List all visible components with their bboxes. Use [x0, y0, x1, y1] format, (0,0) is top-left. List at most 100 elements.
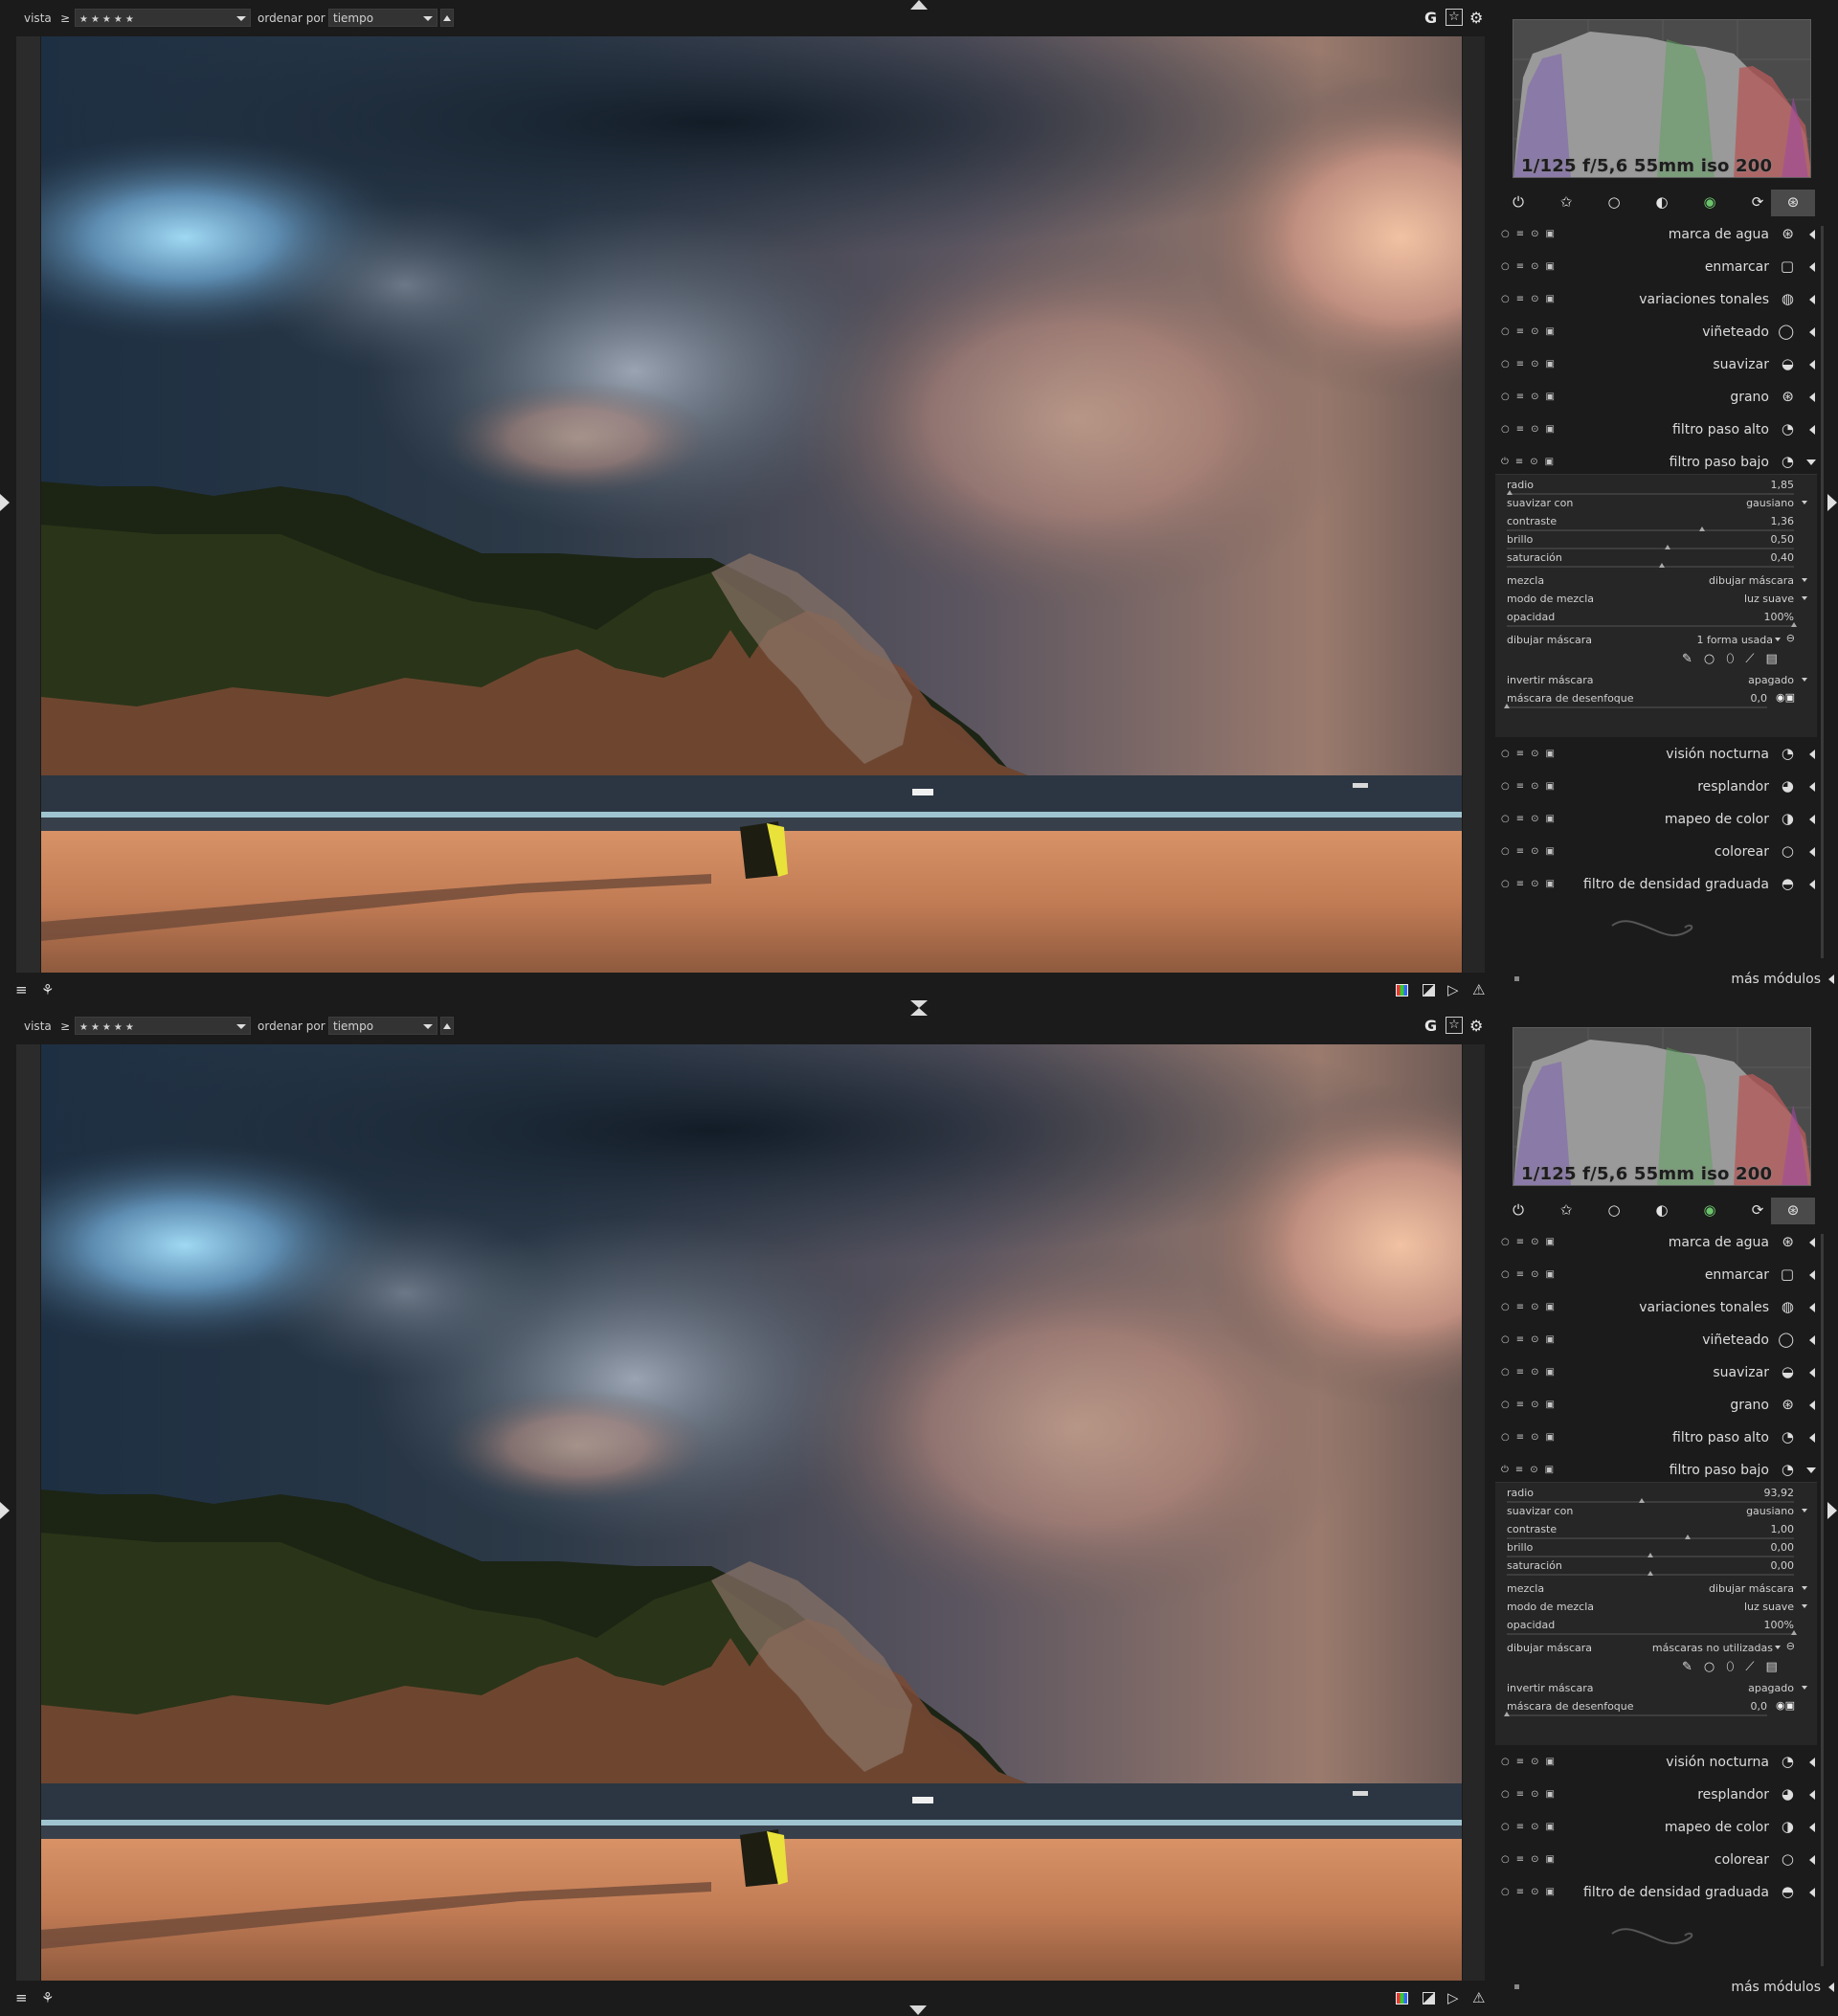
chevron-left-icon[interactable] [1809, 1823, 1815, 1832]
module-controls[interactable]: ○≡⊙▣ [1501, 1822, 1561, 1832]
module-controls[interactable]: ○≡⊙▣ [1501, 781, 1561, 792]
module-controls[interactable]: ○≡⊙▣ [1501, 326, 1561, 337]
module-controls[interactable]: ○≡⊙▣ [1501, 1432, 1561, 1443]
module-variaciones-tonales[interactable]: ○≡⊙▣ variaciones tonales ◍ [1491, 284, 1828, 316]
module-controls[interactable]: ○≡⊙▣ [1501, 424, 1561, 435]
color-assessment-icon[interactable] [1396, 984, 1408, 997]
opacidad-slider[interactable]: opacidad 100% [1507, 610, 1797, 627]
saturacion-slider[interactable]: saturación 0,40 [1507, 550, 1794, 568]
module-marca-de-agua[interactable]: ○≡⊙▣ marca de agua ⊛ [1491, 1227, 1828, 1259]
chevron-left-icon[interactable] [1809, 815, 1815, 824]
effects-icon[interactable]: ⊛ [1771, 190, 1815, 216]
module-visión-nocturna[interactable]: ○≡⊙▣ visión nocturna ◔ [1491, 739, 1828, 771]
module-controls[interactable]: ○≡⊙▣ [1501, 1302, 1561, 1312]
chevron-left-icon[interactable] [1809, 782, 1815, 792]
comparator-label[interactable]: ≥ [60, 1019, 70, 1033]
sort-direction-button[interactable] [440, 9, 454, 27]
circle-icon[interactable]: ○ [1604, 193, 1624, 213]
filled-circle-icon[interactable]: ◐ [1652, 193, 1671, 213]
module-mapeo-de-color[interactable]: ○≡⊙▣ mapeo de color ◑ [1491, 1812, 1828, 1844]
gamut-check-icon[interactable]: ⚠ [1472, 981, 1485, 998]
chevron-left-icon[interactable] [1809, 1400, 1815, 1410]
chevron-left-icon[interactable] [1809, 1758, 1815, 1767]
chevron-left-icon[interactable] [1809, 1888, 1815, 1897]
chevron-left-icon[interactable] [1809, 1790, 1815, 1800]
module-controls[interactable]: ○≡⊙▣ [1501, 879, 1561, 889]
module-controls[interactable]: ⏻≡⊙▣ [1501, 457, 1560, 467]
loop-icon[interactable]: ⟳ [1748, 1201, 1767, 1221]
contraste-slider[interactable]: contraste 1,36 [1507, 514, 1794, 531]
module-controls[interactable]: ○≡⊙▣ [1501, 846, 1561, 857]
comparator-label[interactable]: ≥ [60, 11, 70, 25]
opacidad-slider[interactable]: opacidad 100% [1507, 1618, 1797, 1635]
grouping-g-button[interactable]: G [1424, 9, 1437, 27]
chevron-left-icon[interactable] [1809, 1270, 1815, 1280]
modo-mezcla-select[interactable]: modo de mezcla luz suave [1507, 592, 1807, 609]
overlay-stars-icon[interactable]: ☆ [1446, 9, 1463, 26]
gear-icon[interactable]: ⚙ [1469, 9, 1483, 27]
module-grano[interactable]: ○≡⊙▣ grano ⊛ [1491, 382, 1828, 414]
suavizar-con-select[interactable]: suavizar con gausiano [1507, 496, 1807, 513]
histogram[interactable]: 1/125 f/5,6 55mm iso 200 [1513, 1027, 1811, 1186]
chevron-left-icon[interactable] [1809, 1433, 1815, 1443]
expand-left-panel-icon[interactable] [0, 1502, 10, 1519]
invertir-mascara-select[interactable]: invertir máscara apagado [1507, 1681, 1807, 1698]
module-controls[interactable]: ○≡⊙▣ [1501, 1269, 1561, 1280]
module-enmarcar[interactable]: ○≡⊙▣ enmarcar ▢ [1491, 1260, 1828, 1291]
module-controls[interactable]: ○≡⊙▣ [1501, 229, 1561, 239]
module-controls[interactable]: ○≡⊙▣ [1501, 1789, 1561, 1800]
chevron-left-icon[interactable] [1809, 425, 1815, 435]
brillo-slider[interactable]: brillo 0,00 [1507, 1540, 1794, 1557]
chevron-left-icon[interactable] [1809, 360, 1815, 370]
module-suavizar[interactable]: ○≡⊙▣ suavizar ◒ [1491, 1357, 1828, 1389]
module-controls[interactable]: ○≡⊙▣ [1501, 749, 1561, 759]
suavizar-con-select[interactable]: suavizar con gausiano [1507, 1504, 1807, 1521]
module-filtro-de-densidad-graduada[interactable]: ○≡⊙▣ filtro de densidad graduada ◓ [1491, 869, 1828, 901]
contraste-slider[interactable]: contraste 1,00 [1507, 1522, 1794, 1539]
circle-icon[interactable]: ○ [1604, 1201, 1624, 1221]
mezcla-select[interactable]: mezcla dibujar máscara [1507, 573, 1807, 591]
mask-shape-tools[interactable]: ✎○⬯⟋▤ [1682, 1660, 1789, 1674]
menu-icon[interactable]: ≡ [15, 981, 28, 998]
module-grano[interactable]: ○≡⊙▣ grano ⊛ [1491, 1390, 1828, 1422]
chevron-left-icon[interactable] [1809, 1368, 1815, 1378]
rating-filter-dropdown[interactable]: ★★★★★ [75, 1017, 251, 1035]
eye-icon[interactable]: ◉▣ [1776, 691, 1795, 704]
module-marca-de-agua[interactable]: ○≡⊙▣ marca de agua ⊛ [1491, 219, 1828, 251]
chevron-left-icon[interactable] [1809, 392, 1815, 402]
sort-direction-button[interactable] [440, 1017, 454, 1035]
grouping-g-button[interactable]: G [1424, 1017, 1437, 1035]
mascara-desenfoque-slider[interactable]: máscara de desenfoque 0,0 ◉▣ [1504, 691, 1795, 708]
chevron-left-icon[interactable] [1809, 1855, 1815, 1865]
gear-icon[interactable]: ⚙ [1469, 1017, 1483, 1035]
module-filtro-paso-alto[interactable]: ○≡⊙▣ filtro paso alto ◔ [1491, 414, 1828, 446]
module-controls[interactable]: ○≡⊙▣ [1501, 1237, 1561, 1247]
modo-mezcla-select[interactable]: modo de mezcla luz suave [1507, 1600, 1807, 1617]
dibujar-mascara-select[interactable]: dibujar máscara 1 forma usada ⊖ [1507, 632, 1795, 650]
center-image-view[interactable] [41, 36, 1462, 973]
module-suavizar[interactable]: ○≡⊙▣ suavizar ◒ [1491, 349, 1828, 381]
chevron-left-icon[interactable] [1809, 880, 1815, 889]
softproof-icon[interactable]: ▷ [1447, 981, 1459, 998]
more-modules-label[interactable]: más módulos [1731, 972, 1821, 987]
module-controls[interactable]: ○≡⊙▣ [1501, 392, 1561, 402]
softproof-icon[interactable]: ▷ [1447, 1989, 1459, 2006]
module-filtro-de-densidad-graduada[interactable]: ○≡⊙▣ filtro de densidad graduada ◓ [1491, 1877, 1828, 1909]
mezcla-select[interactable]: mezcla dibujar máscara [1507, 1581, 1807, 1599]
radio-slider[interactable]: radio 93,92 [1507, 1486, 1794, 1503]
more-modules-arrow-icon[interactable] [1828, 1982, 1834, 1992]
module-panel-scrollbar[interactable] [1821, 226, 1824, 958]
mask-toggle-icon[interactable]: ⊖ [1786, 1640, 1795, 1652]
filled-circle-icon[interactable]: ◐ [1652, 1201, 1671, 1221]
sort-dropdown[interactable]: tiempo [328, 9, 437, 27]
chevron-left-icon[interactable] [1809, 847, 1815, 857]
module-mapeo-de-color[interactable]: ○≡⊙▣ mapeo de color ◑ [1491, 804, 1828, 836]
power-icon[interactable]: ⏻ [1509, 193, 1528, 213]
module-controls[interactable]: ○≡⊙▣ [1501, 1400, 1561, 1410]
more-modules-arrow-icon[interactable] [1828, 974, 1834, 984]
collapse-bottom-panel-icon[interactable] [909, 2005, 927, 2015]
module-controls[interactable]: ○≡⊙▣ [1501, 294, 1561, 304]
center-image-view[interactable] [41, 1044, 1462, 1981]
module-variaciones-tonales[interactable]: ○≡⊙▣ variaciones tonales ◍ [1491, 1292, 1828, 1324]
menu-icon[interactable]: ≡ [15, 1989, 28, 2006]
